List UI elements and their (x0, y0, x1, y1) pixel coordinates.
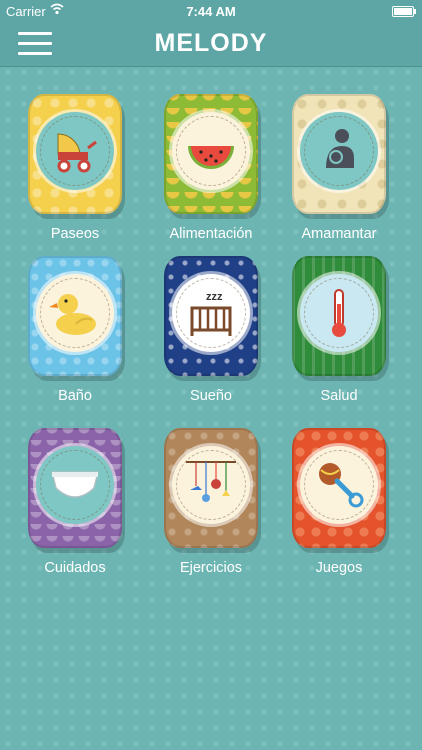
clock: 7:44 AM (186, 4, 236, 19)
tile-medal (36, 446, 114, 524)
tile-medal (172, 446, 250, 524)
svg-text:zzz: zzz (206, 291, 223, 303)
category-tile-salud[interactable]: Salud (284, 246, 394, 416)
tile-card (28, 256, 122, 376)
category-tile-cuidados[interactable]: Cuidados (20, 418, 130, 588)
crib-icon: zzz (190, 291, 232, 336)
tile-medal (172, 112, 250, 190)
tile-medal (36, 112, 114, 190)
tile-card: zzz (164, 256, 258, 376)
category-label: Sueño (190, 388, 232, 404)
tile-medal (36, 274, 114, 352)
tile-card (164, 94, 258, 214)
tile-card (292, 256, 386, 376)
rattle-icon (319, 463, 364, 508)
tile-medal: zzz (172, 274, 250, 352)
category-label: Paseos (50, 226, 100, 242)
nav-bar: MELODY (0, 22, 422, 67)
category-tile-sueno[interactable]: zzz Sueño (156, 246, 266, 416)
rubber-duck-icon (49, 294, 96, 335)
tile-medal (300, 112, 378, 190)
tile-medal (300, 274, 378, 352)
status-bar: Carrier 7:44 AM (0, 0, 422, 22)
category-tile-alimentacion[interactable]: Alimentación (156, 84, 266, 254)
category-label: Ejercicios (179, 560, 243, 576)
stroller-icon (57, 133, 97, 173)
mobile-toy-icon (186, 461, 236, 502)
category-tile-juegos[interactable]: Juegos (284, 418, 394, 588)
category-tile-paseos[interactable]: Paseos (20, 84, 130, 254)
thermometer-icon (332, 289, 346, 337)
tile-card (28, 428, 122, 548)
category-label: Amamantar (301, 226, 377, 242)
category-tile-ejercicios[interactable]: Ejercicios (156, 418, 266, 588)
category-grid: Paseos Alimentación Amamantar Baño zzz S… (0, 66, 422, 750)
category-label: Baño (58, 388, 92, 404)
tile-card (28, 94, 122, 214)
app-logo: MELODY (154, 29, 268, 57)
tile-card (292, 428, 386, 548)
diaper-icon (51, 471, 99, 498)
category-label: Cuidados (44, 560, 106, 576)
tile-medal (300, 446, 378, 524)
category-label: Alimentación (169, 226, 253, 242)
watermelon-icon (188, 146, 234, 169)
breastfeeding-icon (326, 129, 354, 168)
battery-icon (392, 6, 416, 17)
category-label: Salud (320, 388, 358, 404)
category-label: Juegos (315, 560, 363, 576)
tile-card (164, 428, 258, 548)
category-tile-amamantar[interactable]: Amamantar (284, 84, 394, 254)
category-tile-bano[interactable]: Baño (20, 246, 130, 416)
tile-card (292, 94, 386, 214)
